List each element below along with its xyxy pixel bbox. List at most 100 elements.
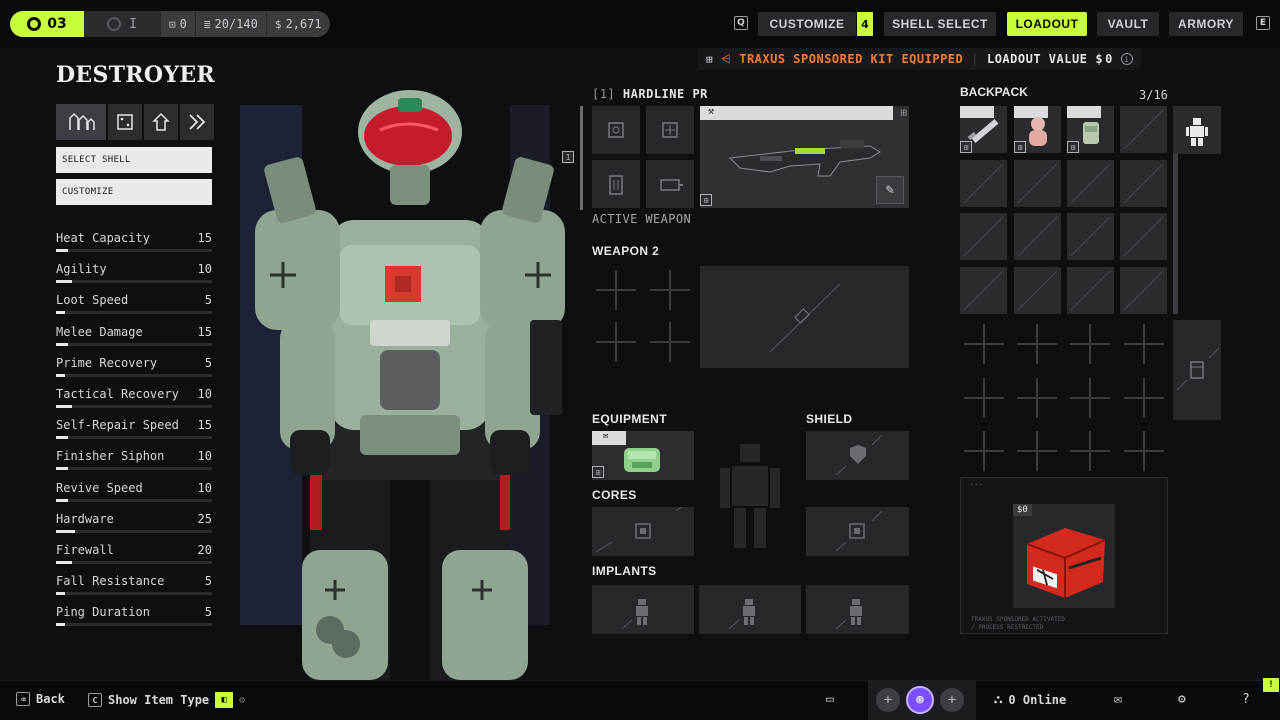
nav-vault[interactable]: VAULT	[1097, 12, 1159, 36]
nav-customize[interactable]: CUSTOMIZE	[758, 12, 856, 36]
player-avatar-icon[interactable]: ⊛	[906, 686, 934, 714]
weapon2-mod-slot[interactable]	[596, 322, 636, 362]
locked-slot	[964, 378, 1004, 418]
show-item-type-label: Show Item Type	[108, 693, 210, 707]
stat-bar	[56, 373, 212, 377]
backpack-slot[interactable]	[1014, 160, 1061, 207]
backpack-scrollbar[interactable]	[1173, 152, 1178, 314]
stat-bar-fill	[56, 311, 66, 315]
stat-row[interactable]: Firewall 20	[56, 540, 212, 571]
level-badge[interactable]: 03	[10, 11, 84, 37]
backpack-slot[interactable]	[1120, 267, 1167, 314]
backpack-slot[interactable]	[960, 267, 1007, 314]
item-kit-badge-icon: ⊞	[1014, 141, 1026, 153]
chat-icon[interactable]: ▭	[826, 692, 834, 707]
backpack-slot[interactable]	[1014, 213, 1061, 260]
stat-row[interactable]: Loot Speed 5	[56, 290, 212, 321]
weapon2-mod-slot[interactable]	[596, 270, 636, 310]
backpack-count: 3/16	[1139, 88, 1168, 102]
sponsored-kit-card[interactable]: ··· $0 TRAXUS SPONSORED ACTIVATED / PROC…	[960, 477, 1168, 634]
weapon2-mod-slot[interactable]	[650, 322, 690, 362]
stat-row[interactable]: Hardware 25	[56, 509, 212, 540]
select-shell-button[interactable]: SELECT SHELL	[56, 147, 212, 173]
weapon2-slot[interactable]	[700, 266, 909, 368]
magazine-mod-icon	[609, 175, 623, 195]
stat-bar-fill	[56, 592, 66, 596]
nav-armory[interactable]: ARMORY	[1169, 12, 1243, 36]
show-item-type-toggle[interactable]: C Show Item Type ◧ ⚙	[88, 692, 245, 708]
locked-slot	[1070, 324, 1110, 364]
backpack-slot[interactable]: ⊞	[1014, 106, 1061, 153]
rank-badge[interactable]: I	[84, 11, 160, 37]
customize-shell-button[interactable]: CUSTOMIZE	[56, 179, 212, 205]
stat-value: 25	[197, 511, 212, 526]
credits: $ 2,671	[265, 11, 330, 37]
online-friends[interactable]: ⛬ 0 Online	[994, 692, 1066, 707]
nav-shell-select[interactable]: SHELL SELECT	[884, 12, 996, 36]
backpack-slot[interactable]	[1067, 213, 1114, 260]
nav-loadout[interactable]: LOADOUT	[1007, 12, 1087, 36]
empty-slot-icon	[1017, 270, 1058, 311]
stat-row[interactable]: Self-Repair Speed 15	[56, 415, 212, 446]
backpack-slot[interactable]	[1014, 267, 1061, 314]
backpack-slot[interactable]	[1120, 213, 1167, 260]
core-slot-2[interactable]	[806, 507, 909, 556]
stat-row[interactable]: Fall Resistance 5	[56, 571, 212, 602]
stat-value: 5	[204, 605, 212, 620]
add-party-member-icon[interactable]: +	[876, 688, 900, 712]
help-icon[interactable]: ?	[1242, 692, 1250, 707]
stat-row[interactable]: Heat Capacity 15	[56, 228, 212, 259]
backpack-extra-slot[interactable]	[1173, 320, 1221, 420]
stat-row[interactable]: Melee Damage 15	[56, 322, 212, 353]
backpack-character-slot[interactable]	[1173, 106, 1221, 154]
info-icon[interactable]: i	[1120, 53, 1133, 65]
weapon-mod-slot-magazine[interactable]	[592, 160, 640, 208]
weapon-scrollbar[interactable]	[580, 106, 583, 210]
add-party-member-icon[interactable]: +	[940, 688, 964, 712]
edit-weapon-icon[interactable]: ✎	[876, 176, 904, 204]
backpack-slot[interactable]	[960, 213, 1007, 260]
locked-slot	[1017, 378, 1057, 418]
loadout-value-label: LOADOUT VALUE	[986, 52, 1088, 66]
weapon2-mod-slot[interactable]	[650, 270, 690, 310]
backpack-slot[interactable]	[960, 160, 1007, 207]
stat-row[interactable]: Agility 10	[56, 259, 212, 290]
empty-slot-icon	[1070, 270, 1111, 311]
backpack-slot[interactable]	[1120, 106, 1167, 153]
stat-bar-fill	[56, 373, 66, 377]
back-button[interactable]: ⌫ Back	[16, 692, 65, 706]
tab-abilities-icon[interactable]	[144, 104, 178, 140]
shield-slot[interactable]	[806, 431, 909, 480]
implant-slot-1[interactable]	[592, 585, 694, 634]
stat-value: 5	[204, 355, 212, 370]
implant-slot-3[interactable]	[806, 585, 909, 634]
stat-row[interactable]: Revive Speed 10	[56, 478, 212, 509]
shell-tabs	[56, 104, 214, 140]
stat-row[interactable]: Prime Recovery 5	[56, 353, 212, 384]
equipment-slot[interactable]: ✉ ⊞	[592, 431, 694, 480]
weapon-mod-slot-optic[interactable]	[592, 106, 640, 154]
stat-name: Agility	[56, 262, 107, 277]
stat-row[interactable]: Tactical Recovery 10	[56, 384, 212, 415]
stat-bar	[56, 311, 212, 315]
weapon-mod-slot-barrel[interactable]	[646, 106, 694, 154]
backpack-slot[interactable]	[1067, 160, 1114, 207]
tab-traits-icon[interactable]	[180, 104, 214, 140]
gear-icon[interactable]: ⚙	[1178, 692, 1186, 707]
rank-icon	[107, 17, 122, 31]
implant-slot-2[interactable]	[699, 585, 801, 634]
stat-bar	[56, 623, 212, 627]
backpack-slot[interactable]: ⊞	[1067, 106, 1114, 153]
tab-shell-overview-icon[interactable]	[56, 104, 106, 140]
stat-row[interactable]: Ping Duration 5	[56, 602, 212, 633]
weapon-mod-slot-grip[interactable]	[646, 160, 694, 208]
stat-row[interactable]: Finisher Siphon 10	[56, 446, 212, 477]
core-slot-1[interactable]	[592, 500, 694, 556]
character-preview[interactable]	[240, 70, 580, 680]
mail-icon[interactable]: ✉	[1114, 692, 1122, 707]
tab-cores-icon[interactable]	[108, 104, 142, 140]
backpack-slot[interactable]: ⊞	[960, 106, 1007, 153]
backpack-slot[interactable]	[1067, 267, 1114, 314]
active-weapon-slot[interactable]: ⚒ ⊞ ⊞ ✎	[700, 106, 909, 208]
backpack-slot[interactable]	[1120, 160, 1167, 207]
